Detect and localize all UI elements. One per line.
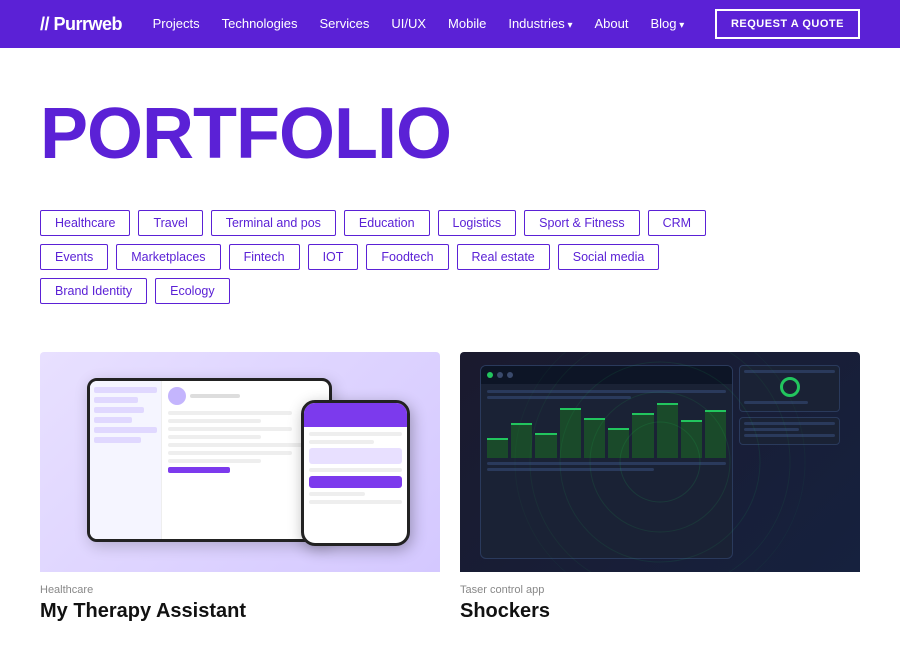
mock-ui-healthcare (70, 369, 410, 556)
nav-link-blog[interactable]: Blog (651, 16, 685, 31)
page-title: PORTFOLIO (40, 98, 860, 170)
filter-fintech[interactable]: Fintech (229, 244, 300, 270)
card-shockers-title: Shockers (460, 600, 860, 623)
mock-tablet (87, 378, 332, 543)
filter-logistics[interactable]: Logistics (438, 210, 517, 236)
nav-logo[interactable]: // Purrweb (40, 14, 122, 35)
nav-link-technologies[interactable]: Technologies (222, 16, 298, 31)
filter-ecology[interactable]: Ecology (155, 278, 229, 304)
nav-links: Projects Technologies Services UI/UX Mob… (153, 15, 685, 33)
filter-events[interactable]: Events (40, 244, 108, 270)
filter-marketplaces[interactable]: Marketplaces (116, 244, 220, 270)
filter-terminal[interactable]: Terminal and pos (211, 210, 336, 236)
filter-foodtech[interactable]: Foodtech (366, 244, 448, 270)
card-healthcare-category: Healthcare (40, 584, 440, 596)
navbar: // Purrweb Projects Technologies Service… (0, 0, 900, 48)
filter-brandidentity[interactable]: Brand Identity (40, 278, 147, 304)
filter-row-3: Brand Identity Ecology (40, 278, 860, 304)
nav-link-mobile[interactable]: Mobile (448, 16, 486, 31)
filter-healthcare[interactable]: Healthcare (40, 210, 130, 236)
nav-link-industries[interactable]: Industries (508, 16, 572, 31)
card-healthcare-info: Healthcare My Therapy Assistant (40, 572, 440, 623)
filter-iot[interactable]: IOT (308, 244, 359, 270)
hero-section: PORTFOLIO (0, 48, 900, 200)
filter-socialmedia[interactable]: Social media (558, 244, 660, 270)
nav-link-uiux[interactable]: UI/UX (391, 16, 426, 31)
filter-education[interactable]: Education (344, 210, 430, 236)
card-healthcare-title: My Therapy Assistant (40, 600, 440, 623)
nav-link-services[interactable]: Services (320, 16, 370, 31)
filter-section: Healthcare Travel Terminal and pos Educa… (0, 200, 900, 332)
filter-realestate[interactable]: Real estate (457, 244, 550, 270)
radar-background (510, 352, 810, 572)
mock-phone (301, 400, 410, 546)
filter-sport[interactable]: Sport & Fitness (524, 210, 639, 236)
nav-link-projects[interactable]: Projects (153, 16, 200, 31)
card-shockers-image (460, 352, 860, 572)
card-healthcare[interactable]: Healthcare My Therapy Assistant (40, 352, 440, 623)
card-shockers[interactable]: Taser control app Shockers (460, 352, 860, 623)
card-shockers-category: Taser control app (460, 584, 860, 596)
filter-travel[interactable]: Travel (138, 210, 202, 236)
request-quote-button[interactable]: REQUEST A QUOTE (715, 9, 860, 39)
portfolio-cards: Healthcare My Therapy Assistant (0, 332, 900, 663)
card-healthcare-image (40, 352, 440, 572)
card-shockers-info: Taser control app Shockers (460, 572, 860, 623)
filter-row-1: Healthcare Travel Terminal and pos Educa… (40, 210, 860, 236)
filter-row-2: Events Marketplaces Fintech IOT Foodtech… (40, 244, 860, 270)
filter-crm[interactable]: CRM (648, 210, 706, 236)
nav-link-about[interactable]: About (595, 16, 629, 31)
